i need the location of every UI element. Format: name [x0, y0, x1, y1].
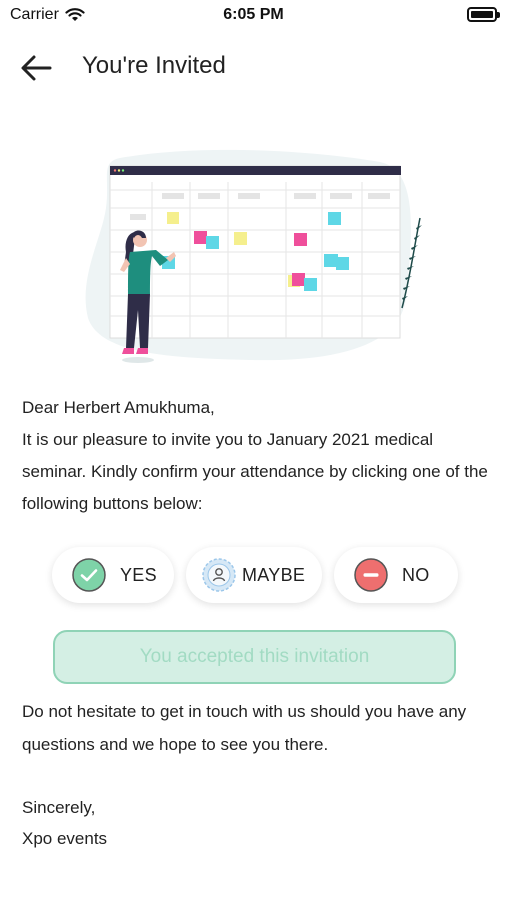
yes-button[interactable]: YES — [52, 547, 174, 603]
calendar-planning-illustration — [80, 148, 430, 372]
no-button[interactable]: NO — [334, 547, 458, 603]
header: You're Invited — [0, 44, 507, 92]
status-time: 6:05 PM — [223, 6, 284, 23]
sender-name: Xpo events — [22, 829, 108, 848]
back-button[interactable] — [18, 52, 56, 84]
page-title: You're Invited — [82, 52, 226, 79]
battery-icon — [467, 7, 500, 22]
arrow-left-icon — [21, 55, 52, 81]
invitation-message: Dear Herbert Amukhuma, It is our pleasur… — [22, 392, 492, 520]
maybe-label: MAYBE — [242, 564, 306, 585]
invitation-status-banner: You accepted this invitation — [53, 630, 456, 684]
greeting: Dear Herbert Amukhuma, — [22, 398, 215, 417]
status-bar: Carrier 6:05 PM — [0, 0, 507, 32]
invitation-status-text: You accepted this invitation — [139, 646, 370, 667]
invitation-body: It is our pleasure to invite you to Janu… — [22, 430, 488, 513]
rsvp-button-group: YES MAYBE NO — [0, 547, 507, 603]
person-circle-icon — [202, 558, 236, 592]
signoff: Sincerely, Xpo events — [22, 792, 107, 854]
signoff-line: Sincerely, — [22, 798, 96, 817]
maybe-button[interactable]: MAYBE — [186, 547, 322, 603]
no-label: NO — [402, 564, 430, 585]
closing-paragraph: Do not hesitate to get in touch with us … — [22, 702, 467, 754]
check-circle-icon — [72, 558, 106, 592]
minus-circle-icon — [354, 558, 388, 592]
yes-label: YES — [120, 564, 157, 585]
